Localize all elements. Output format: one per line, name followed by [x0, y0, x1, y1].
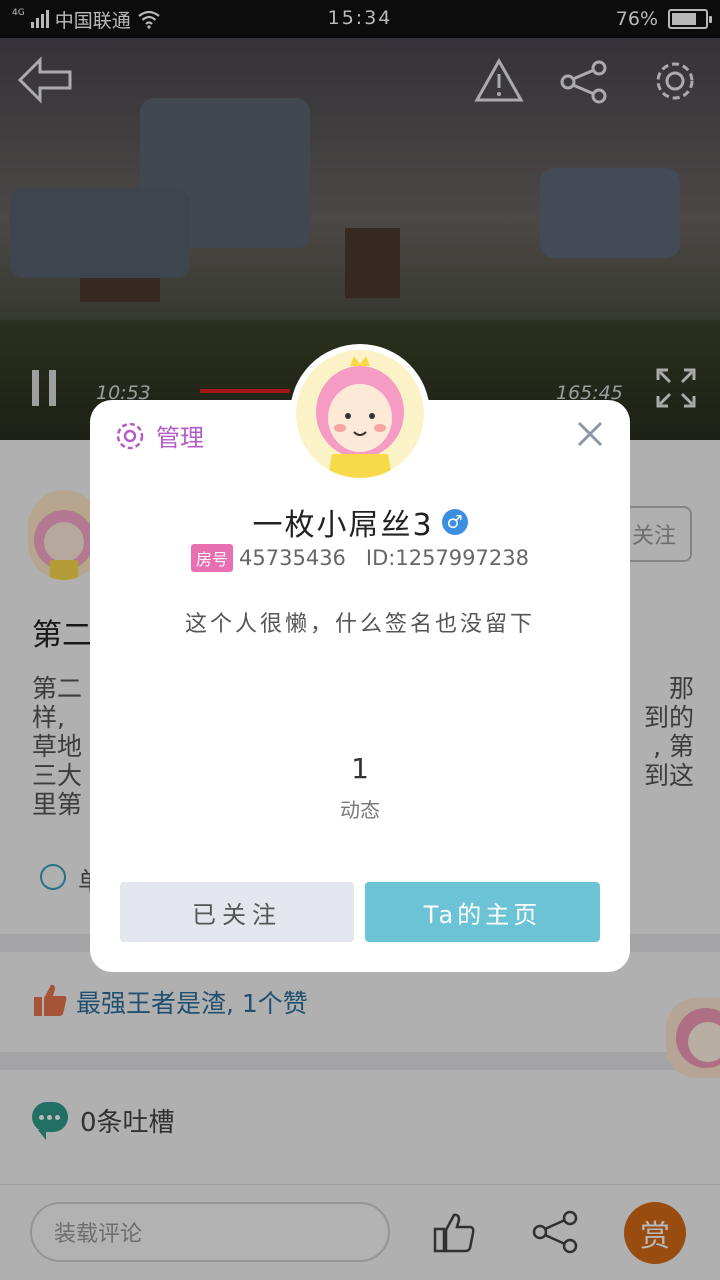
- avatar-image: [296, 350, 424, 478]
- signature: 这个人很懒，什么签名也没留下: [184, 612, 535, 637]
- user-id: ID:1257997238: [365, 546, 529, 570]
- username: 一枚小屌丝3: [252, 508, 434, 543]
- user-profile-dialog: 管理 一枚小屌丝3 ♂ 房号 45735436 ID:1257997238 这个…: [90, 344, 630, 972]
- gear-icon: [116, 422, 144, 449]
- followed-button[interactable]: 已关注: [120, 882, 354, 942]
- room-number: 45735436: [239, 546, 346, 570]
- homepage-button[interactable]: Ta的主页: [365, 882, 600, 942]
- manage-label: 管理: [156, 424, 204, 452]
- avatar-illustration: [316, 356, 404, 478]
- close-icon[interactable]: [574, 418, 606, 450]
- profile-avatar[interactable]: [290, 344, 430, 484]
- posts-count[interactable]: 1: [90, 752, 630, 785]
- id-row: 房号 45735436 ID:1257997238: [90, 544, 630, 572]
- posts-label[interactable]: 动态: [90, 794, 630, 823]
- username-row: 一枚小屌丝3 ♂: [90, 500, 630, 544]
- room-badge: 房号: [191, 544, 234, 572]
- manage-button[interactable]: 管理: [114, 418, 204, 453]
- male-gender-icon: ♂: [441, 509, 468, 535]
